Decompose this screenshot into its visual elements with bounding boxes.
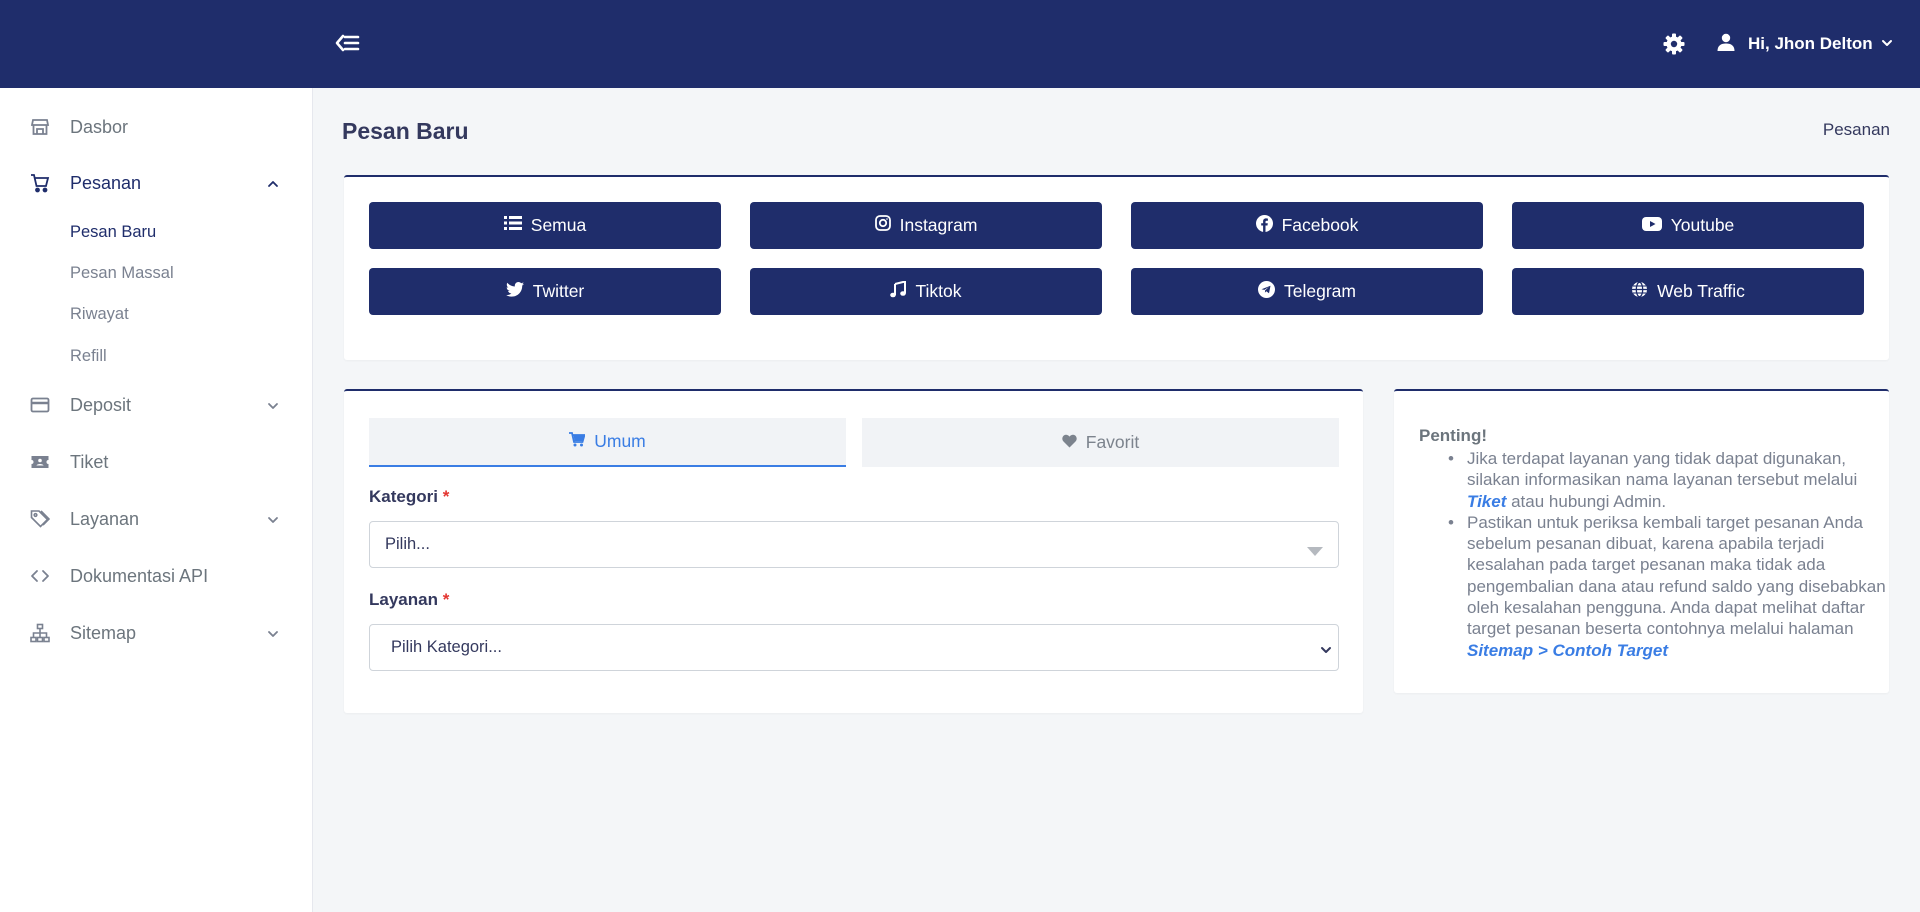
kategori-select[interactable]: Pilih... (369, 521, 1339, 568)
heart-icon (1062, 432, 1077, 453)
youtube-icon (1641, 215, 1662, 236)
user-greeting: Hi, Jhon Delton (1748, 34, 1873, 53)
platform-tiktok-button[interactable]: Tiktok (750, 268, 1102, 315)
chevron-up-icon (266, 177, 280, 191)
sidebar-item-label: Pesanan (70, 172, 142, 193)
top-navbar: Hi, Jhon Delton (0, 0, 1920, 88)
sidebar-item-dokumentasi-api[interactable]: Dokumentasi API (0, 556, 313, 596)
info-card: Penting! Jika terdapat layanan yang tida… (1394, 389, 1889, 693)
platform-label: Web Traffic (1657, 281, 1745, 301)
platform-youtube-button[interactable]: Youtube (1512, 202, 1864, 249)
layanan-label: Layanan * (369, 590, 450, 609)
layanan-value: Pilih Kategori... (391, 638, 502, 656)
platform-label: Instagram (899, 215, 978, 235)
platform-twitter-button[interactable]: Twitter (369, 268, 721, 315)
platform-semua-button[interactable]: Semua (369, 202, 721, 249)
sidebar-item-deposit[interactable]: Deposit (0, 385, 313, 425)
sidebar-item-layanan[interactable]: Layanan (0, 499, 313, 539)
music-note-icon (890, 279, 907, 303)
page-title: Pesan Baru (342, 118, 469, 144)
twitter-icon (505, 281, 524, 302)
breadcrumb[interactable]: Pesanan (1823, 120, 1890, 140)
chevron-down-icon (1320, 642, 1332, 661)
sidebar-item-sitemap[interactable]: Sitemap (0, 613, 313, 653)
chevron-down-icon (1881, 34, 1893, 54)
order-form-card: Umum Favorit Kategori * Pilih... Layanan… (344, 389, 1363, 713)
kategori-label: Kategori * (369, 487, 450, 506)
sidebar-subitem-refill[interactable]: Refill (70, 347, 107, 366)
sidebar-item-label: Dasbor (70, 116, 129, 137)
chevron-down-icon (266, 513, 280, 527)
kategori-value: Pilih... (385, 535, 430, 553)
platform-label: Semua (530, 215, 587, 235)
platform-label: Tiktok (915, 281, 962, 301)
caret-down-icon (1307, 542, 1323, 561)
code-icon (30, 566, 50, 586)
sidebar-subitem-pesan-baru[interactable]: Pesan Baru (70, 223, 156, 242)
sitemap-contoh-target-link[interactable]: Sitemap > Contoh Target (1467, 641, 1668, 660)
platform-telegram-button[interactable]: Telegram (1131, 268, 1483, 315)
list-icon (503, 215, 522, 236)
info-title: Penting! (1419, 426, 1487, 445)
instagram-icon (874, 215, 891, 236)
cart-icon (30, 173, 50, 193)
facebook-icon (1255, 214, 1273, 237)
sidebar-item-dasbor[interactable]: Dasbor (0, 107, 313, 147)
sidebar-item-tiket[interactable]: Tiket (0, 442, 313, 482)
platform-filter-card: Semua Instagram Facebook Youtube Twitter… (344, 175, 1889, 360)
platform-instagram-button[interactable]: Instagram (750, 202, 1102, 249)
sidebar-toggle-icon[interactable] (334, 30, 360, 56)
sidebar-subitem-riwayat[interactable]: Riwayat (70, 305, 129, 324)
layanan-select[interactable]: Pilih Kategori... (369, 624, 1339, 671)
ticket-icon (30, 452, 50, 472)
platform-label: Twitter (532, 281, 585, 301)
store-icon (30, 117, 50, 137)
cart-icon (569, 431, 586, 452)
sidebar-item-label: Sitemap (70, 622, 137, 643)
telegram-icon (1258, 280, 1275, 303)
info-item: Jika terdapat layanan yang tidak dapat d… (1447, 448, 1889, 512)
platform-facebook-button[interactable]: Facebook (1131, 202, 1483, 249)
info-item: Pastikan untuk periksa kembali target pe… (1447, 512, 1889, 661)
sidebar-subitem-pesan-massal[interactable]: Pesan Massal (70, 264, 174, 283)
tab-label: Umum (594, 431, 646, 451)
tab-favorit[interactable]: Favorit (862, 418, 1339, 467)
chevron-down-icon (266, 399, 280, 413)
tags-icon (30, 509, 51, 529)
tiket-link[interactable]: Tiket (1467, 492, 1506, 511)
tab-label: Favorit (1085, 432, 1140, 452)
globe-icon (1631, 281, 1648, 303)
platform-label: Youtube (1670, 215, 1735, 235)
user-icon (1716, 32, 1736, 57)
user-menu[interactable]: Hi, Jhon Delton (1716, 30, 1893, 58)
platform-web-traffic-button[interactable]: Web Traffic (1512, 268, 1864, 315)
info-list: Jika terdapat layanan yang tidak dapat d… (1447, 448, 1889, 661)
platform-label: Telegram (1284, 281, 1356, 301)
credit-card-icon (30, 395, 50, 415)
sidebar-item-label: Deposit (70, 394, 132, 415)
sidebar-item-pesanan[interactable]: Pesanan (0, 163, 313, 203)
sidebar-item-label: Tiket (70, 451, 109, 472)
sitemap-icon (30, 623, 50, 643)
gear-icon[interactable] (1662, 32, 1686, 56)
sidebar: Dasbor Pesanan Pesan Baru Pesan Massal R… (0, 88, 313, 912)
sidebar-item-label: Layanan (70, 508, 140, 529)
tab-umum[interactable]: Umum (369, 418, 846, 467)
platform-label: Facebook (1281, 215, 1359, 235)
sidebar-item-label: Dokumentasi API (70, 565, 209, 586)
chevron-down-icon (266, 627, 280, 641)
